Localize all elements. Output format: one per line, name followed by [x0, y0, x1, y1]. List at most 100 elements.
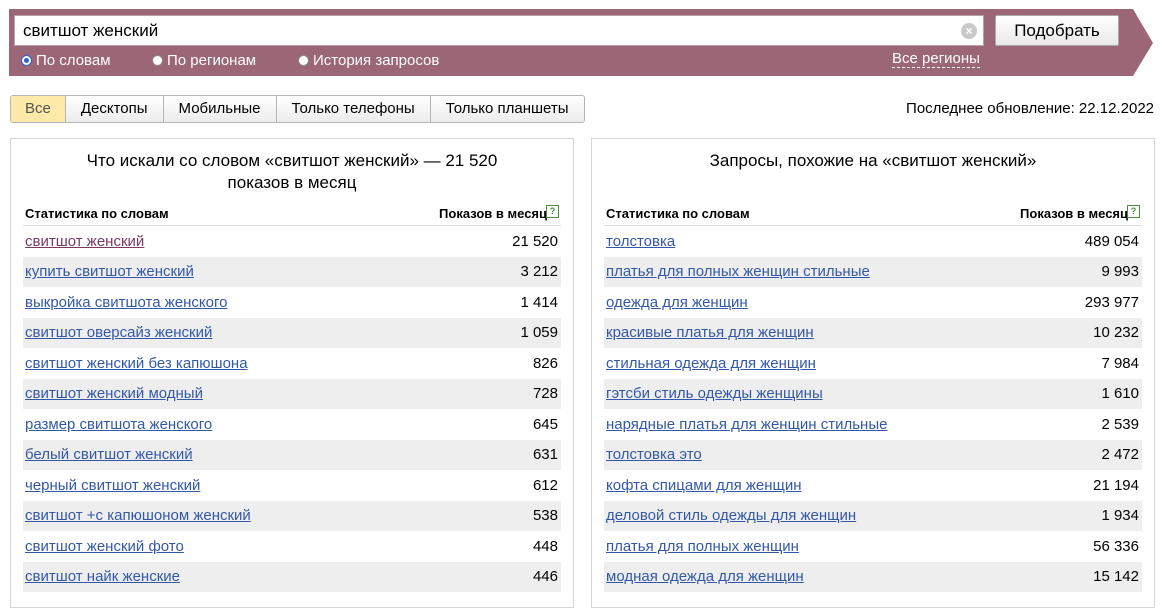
impressions-count: 7 984 [1101, 354, 1139, 372]
impressions-count: 1 059 [520, 324, 558, 342]
impressions-count: 21 520 [512, 232, 558, 250]
query-link[interactable]: выкройка свитшота женского [25, 294, 227, 311]
query-link[interactable]: черный свитшот женский [25, 477, 200, 494]
mode-by-regions-radio[interactable]: По регионам [152, 51, 257, 69]
impressions-count: 645 [532, 415, 558, 433]
table-row: свитшот женский модный 728 [23, 378, 561, 409]
panel-title: Запросы, похожие на «свитшот женский» [592, 150, 1154, 172]
tab-all[interactable]: Все [11, 96, 65, 122]
query-link[interactable]: толстовка [606, 233, 675, 250]
clear-icon[interactable]: × [961, 23, 977, 39]
query-link[interactable]: одежда для женщин [606, 294, 748, 311]
search-input-value: свитшот женский [23, 21, 159, 40]
table-row: свитшот найк женские 446 [23, 561, 561, 592]
tab-tablets-only[interactable]: Только планшеты [429, 96, 584, 122]
query-link[interactable]: красивые платья для женщин [606, 324, 814, 341]
impressions-count: 538 [532, 507, 558, 525]
impressions-count: 2 539 [1101, 415, 1139, 433]
impressions-count: 728 [532, 385, 558, 403]
query-link[interactable]: свитшот женский фото [25, 538, 184, 555]
table-row: одежда для женщин 293 977 [604, 287, 1142, 318]
query-link[interactable]: деловой стиль одежды для женщин [606, 507, 856, 524]
table-row: деловой стиль одежды для женщин 1 934 [604, 500, 1142, 531]
query-link[interactable]: толстовка это [606, 446, 702, 463]
query-link[interactable]: свитшот найк женские [25, 568, 180, 585]
tab-desktops[interactable]: Десктопы [64, 96, 163, 122]
impressions-count: 631 [532, 446, 558, 464]
query-link[interactable]: свитшот женский без капюшона [25, 355, 248, 372]
table-row: толстовка это 2 472 [604, 439, 1142, 470]
tab-mobile[interactable]: Мобильные [162, 96, 276, 122]
impressions-count: 21 194 [1093, 476, 1139, 494]
mode-label: По словам [36, 51, 111, 69]
impressions-count: 612 [532, 476, 558, 494]
table-row: стильная одежда для женщин 7 984 [604, 348, 1142, 379]
query-link[interactable]: платья для полных женщин [606, 538, 799, 555]
impressions-count: 826 [532, 354, 558, 372]
table-row: кофта спицами для женщин 21 194 [604, 470, 1142, 501]
table-row: нарядные платья для женщин стильные 2 539 [604, 409, 1142, 440]
panel-title: Что искали со словом «свитшот женский» —… [11, 150, 573, 194]
query-link[interactable]: свитшот женский [25, 233, 144, 250]
query-link[interactable]: белый свитшот женский [25, 446, 193, 463]
query-link[interactable]: стильная одежда для женщин [606, 355, 816, 372]
impressions-count: 446 [532, 568, 558, 586]
table-row: размер свитшота женского 645 [23, 409, 561, 440]
submit-button[interactable]: Подобрать [995, 15, 1119, 46]
tab-phones-only[interactable]: Только телефоны [275, 96, 430, 122]
query-link[interactable]: платья для полных женщин стильные [606, 263, 870, 280]
search-input[interactable]: свитшот женский × [14, 15, 984, 46]
query-link[interactable]: гэтсби стиль одежды женщины [606, 385, 823, 402]
query-link[interactable]: купить свитшот женский [25, 263, 194, 280]
impressions-count: 1 414 [520, 293, 558, 311]
column-header-count: Показов в месяц [1020, 206, 1128, 221]
radio-unchecked-icon [298, 54, 309, 66]
table-row: гэтсби стиль одежды женщины 1 610 [604, 378, 1142, 409]
impressions-count: 1 610 [1101, 385, 1139, 403]
table-row: черный свитшот женский 612 [23, 470, 561, 501]
column-header-words: Статистика по словам [606, 206, 750, 221]
impressions-count: 2 472 [1101, 446, 1139, 464]
mode-history-radio[interactable]: История запросов [298, 51, 440, 69]
mode-label: История запросов [313, 51, 440, 69]
table-row: платья для полных женщин стильные 9 993 [604, 256, 1142, 287]
impressions-count: 448 [532, 537, 558, 555]
table-row: выкройка свитшота женского 1 414 [23, 287, 561, 318]
impressions-count: 56 336 [1093, 537, 1139, 555]
query-link[interactable]: размер свитшота женского [25, 416, 212, 433]
query-link[interactable]: нарядные платья для женщин стильные [606, 416, 887, 433]
table-row: платья для полных женщин 56 336 [604, 531, 1142, 562]
panel-title-line: Запросы, похожие на «свитшот женский» [709, 151, 1037, 170]
impressions-count: 9 993 [1101, 263, 1139, 281]
query-link[interactable]: кофта спицами для женщин [606, 477, 802, 494]
impressions-count: 1 934 [1101, 507, 1139, 525]
query-link[interactable]: свитшот +с капюшоном женский [25, 507, 251, 524]
query-link[interactable]: свитшот женский модный [25, 385, 203, 402]
table-row: свитшот оверсайз женский 1 059 [23, 317, 561, 348]
impressions-count: 489 054 [1084, 232, 1139, 250]
query-link[interactable]: свитшот оверсайз женский [25, 324, 212, 341]
impressions-count: 293 977 [1084, 293, 1139, 311]
table-rows: свитшот женский 21 520 купить свитшот женс… [23, 225, 561, 592]
device-tabs: Все Десктопы Мобильные Только телефоны Т… [10, 95, 585, 123]
help-icon[interactable]: ? [1127, 205, 1140, 218]
impressions-count: 3 212 [520, 263, 558, 281]
mode-by-words-radio[interactable]: По словам [21, 51, 111, 69]
table-row: модная одежда для женщин 15 142 [604, 561, 1142, 592]
help-icon[interactable]: ? [546, 205, 559, 218]
panel-title-line: показов в месяц [227, 173, 357, 192]
all-regions-link[interactable]: Все регионы [892, 51, 980, 68]
table-row: белый свитшот женский 631 [23, 439, 561, 470]
radio-unchecked-icon [152, 54, 163, 66]
radio-checked-icon [21, 54, 32, 66]
query-link[interactable]: модная одежда для женщин [606, 568, 804, 585]
column-header-words: Статистика по словам [25, 206, 169, 221]
table-row: свитшот +с капюшоном женский 538 [23, 500, 561, 531]
table-row: купить свитшот женский 3 212 [23, 256, 561, 287]
table-row: красивые платья для женщин 10 232 [604, 317, 1142, 348]
mode-label: По регионам [167, 51, 257, 69]
impressions-count: 15 142 [1093, 568, 1139, 586]
column-header-count: Показов в месяц [439, 206, 547, 221]
panel-title-line: Что искали со словом «свитшот женский» —… [86, 151, 498, 170]
table-row: толстовка 489 054 [604, 226, 1142, 257]
